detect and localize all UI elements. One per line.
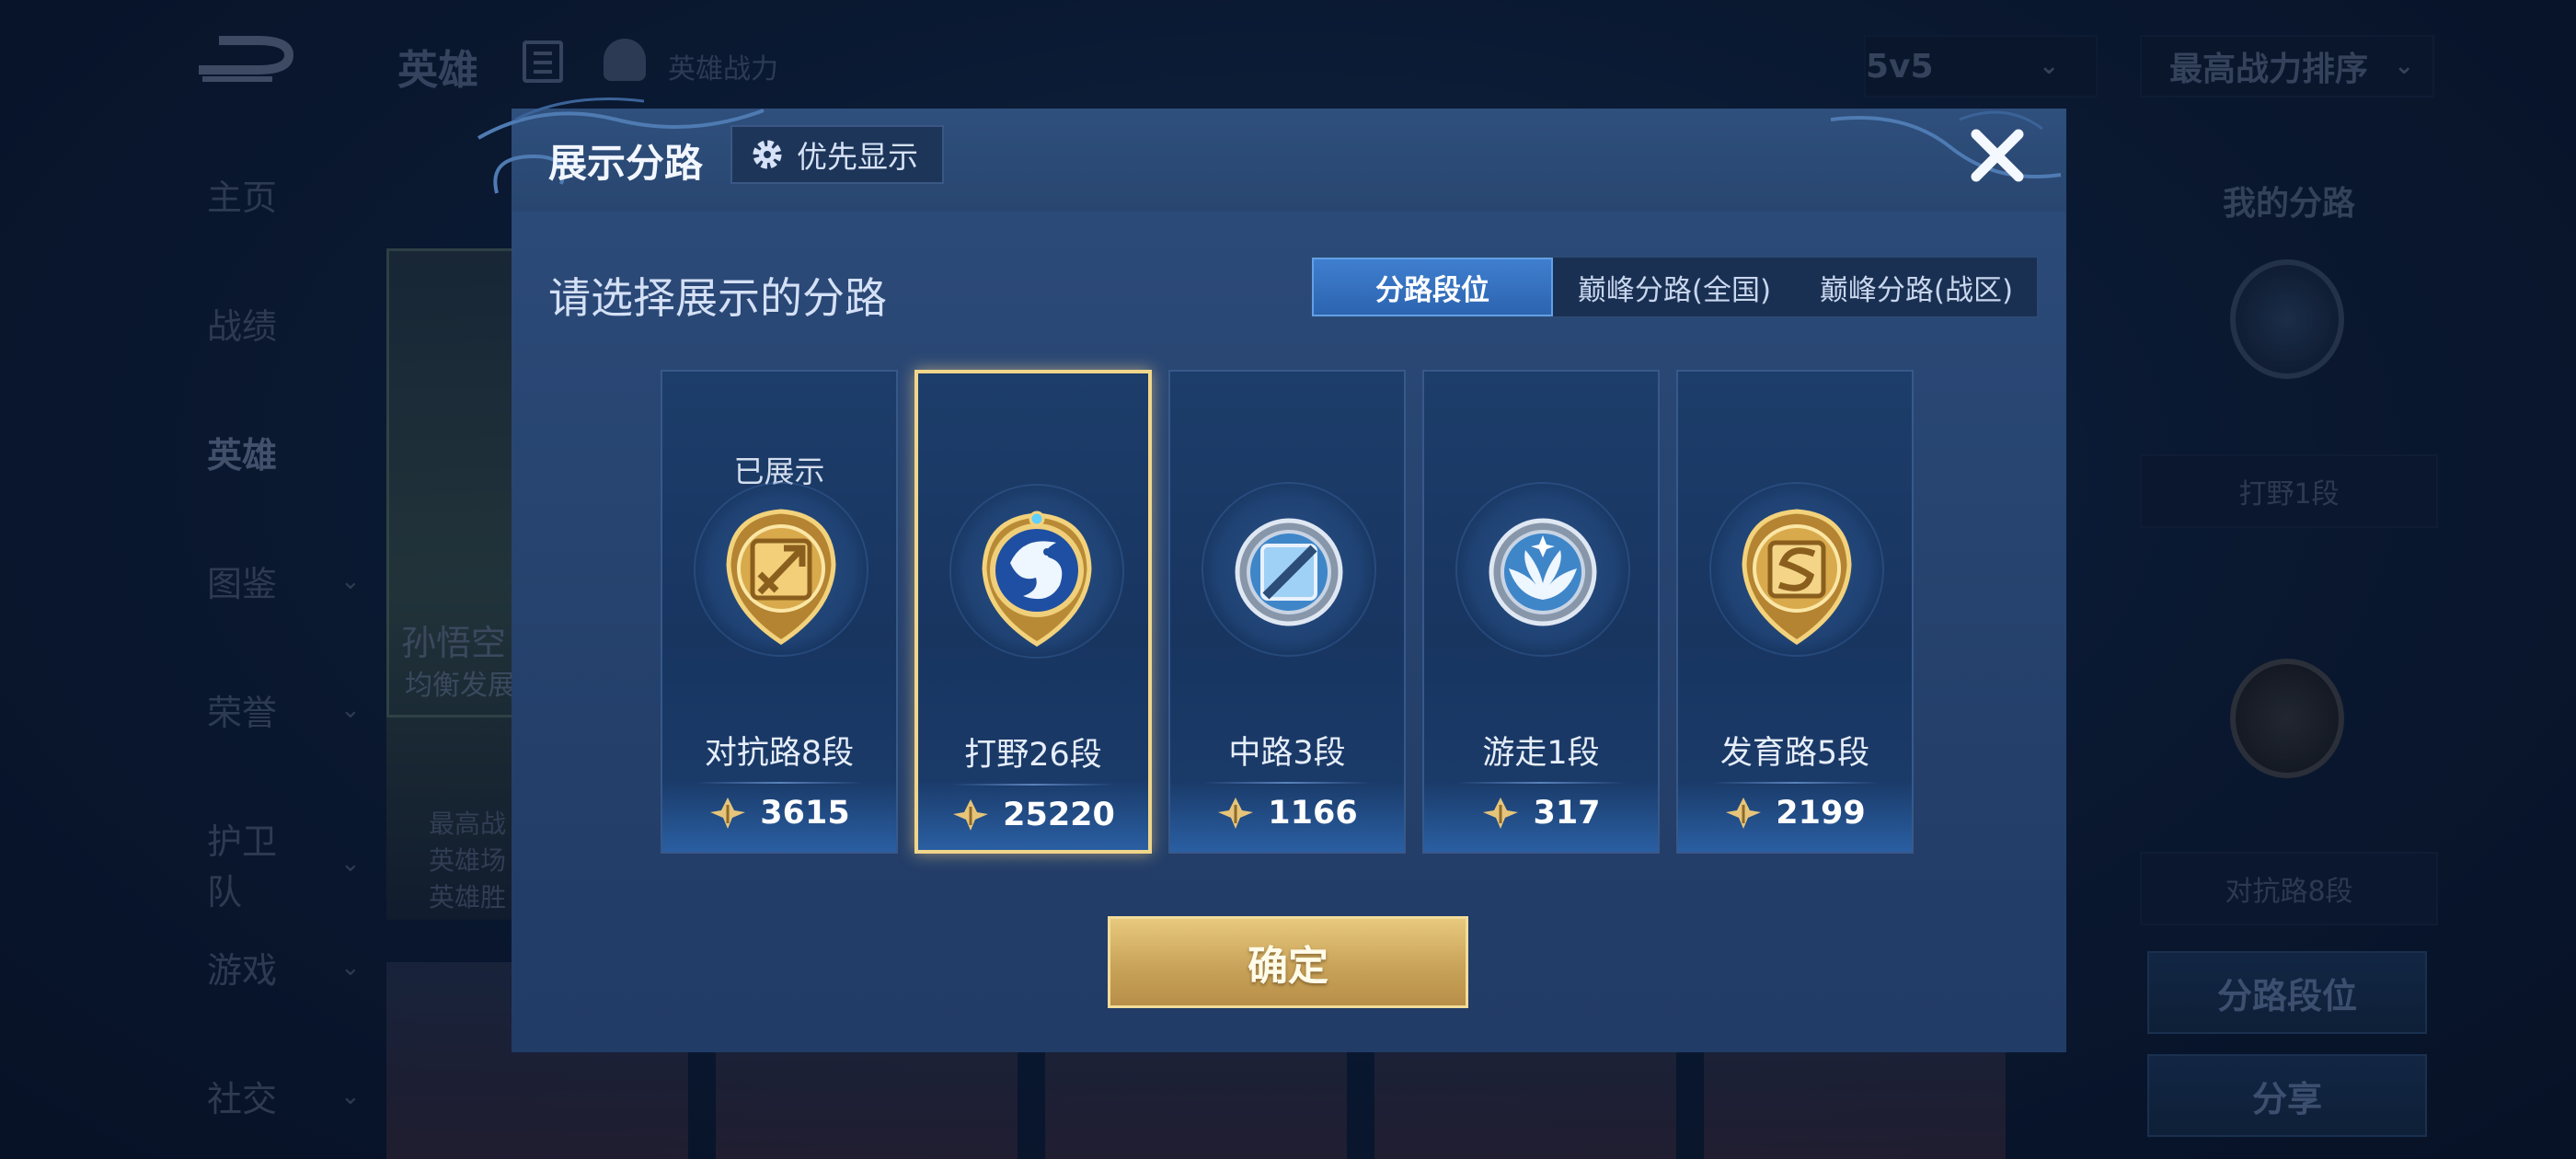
divider [951, 784, 1115, 786]
lane-card-jungle[interactable]: 打野26段 25220 [914, 370, 1152, 854]
gold-sword-badge-icon [726, 509, 836, 645]
lane-name: 游走1段 [1482, 735, 1600, 772]
lane-name: 对抗路8段 [704, 735, 855, 772]
lane-card-mid[interactable]: 中路3段 1166 [1168, 370, 1406, 854]
priority-display-button[interactable]: 优先显示 [730, 125, 944, 184]
lane-score: 317 [1424, 795, 1658, 832]
divider [1711, 782, 1879, 784]
divider [1457, 782, 1625, 784]
dragon-jungle-badge-icon [982, 511, 1092, 647]
power-icon [1218, 798, 1254, 829]
power-icon [710, 798, 746, 829]
lane-name: 打野26段 [964, 737, 1102, 774]
lane-score-value: 25220 [1003, 797, 1115, 833]
lane-card-roam[interactable]: 游走1段 317 [1422, 370, 1660, 854]
tab-peak-region[interactable]: 巅峰分路(战区) [1796, 258, 2037, 316]
lane-score: 2199 [1678, 795, 1912, 832]
lane-card-adc[interactable]: 发育路5段 2199 [1676, 370, 1914, 854]
divider [1203, 782, 1371, 784]
dialog-prompt: 请选择展示的分路 [548, 273, 887, 323]
lane-score-value: 2199 [1776, 795, 1866, 832]
dialog-title: 展示分路 [548, 141, 704, 186]
lane-tab-bar: 分路段位 巅峰分路(全国) 巅峰分路(战区) [1310, 256, 2039, 318]
lane-score-value: 317 [1533, 795, 1601, 832]
gear-icon [753, 140, 782, 169]
power-icon [1726, 798, 1762, 829]
gold-adc-badge-icon [1742, 509, 1852, 645]
wing-roam-badge-icon [1489, 518, 1597, 626]
lane-score-value: 3615 [760, 795, 850, 832]
lane-name: 中路3段 [1228, 735, 1346, 772]
power-icon [953, 799, 989, 831]
lane-card-top[interactable]: 已展示 对抗路8段 3615 [661, 370, 898, 854]
tab-peak-national[interactable]: 巅峰分路(全国) [1553, 258, 1796, 316]
lane-score: 1166 [1170, 795, 1404, 832]
lane-score: 25220 [918, 797, 1148, 833]
divider [696, 782, 863, 784]
cloud-ornament-icon [1830, 110, 2062, 178]
confirm-button[interactable]: 确定 [1108, 916, 1468, 1008]
tab-lane-rank[interactable]: 分路段位 [1312, 258, 1553, 316]
lane-score: 3615 [662, 795, 896, 832]
priority-display-label: 优先显示 [797, 139, 918, 175]
lane-score-value: 1166 [1268, 795, 1358, 832]
lane-name: 发育路5段 [1719, 735, 1870, 772]
silver-mid-badge-icon [1235, 518, 1343, 626]
power-icon [1483, 798, 1519, 829]
close-icon[interactable] [1965, 123, 2030, 188]
